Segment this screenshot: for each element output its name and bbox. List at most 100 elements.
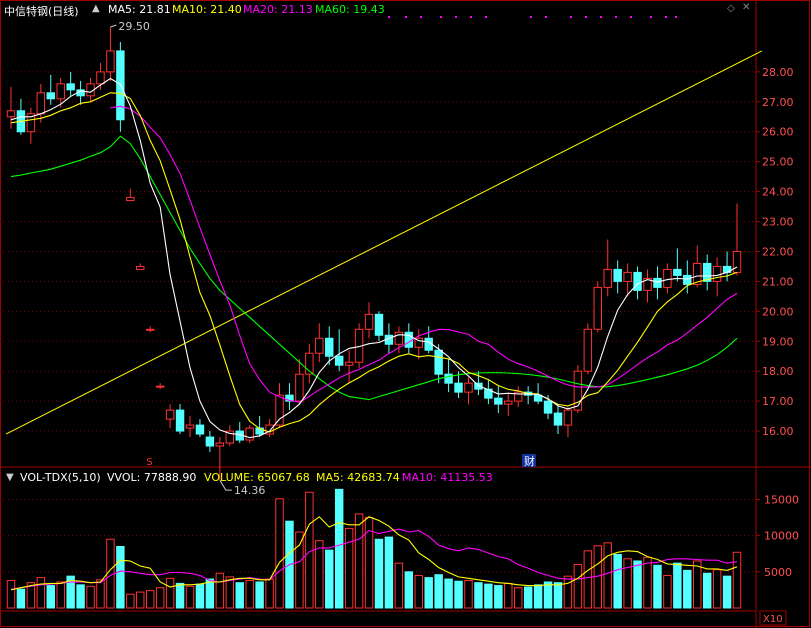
volume-bar — [6, 580, 16, 609]
marker-s: S — [146, 457, 152, 468]
candle-body — [494, 397, 503, 405]
diamond-icon[interactable]: ◇ — [727, 3, 735, 14]
volume-bar — [533, 584, 543, 609]
price-tick-label: 19.00 — [762, 335, 794, 348]
volume-tick-label: 5000 — [764, 566, 792, 579]
volume-tick-label: 15000 — [764, 493, 799, 506]
candle-body — [404, 331, 414, 348]
volume-bar — [215, 572, 225, 609]
volume-bar — [603, 542, 612, 609]
volume-bar — [653, 564, 662, 609]
price-tick-label: 21.00 — [762, 275, 794, 288]
volume-bar — [145, 590, 155, 609]
volume-bar — [165, 577, 175, 609]
price-tick-label: 24.00 — [762, 186, 794, 199]
candle-body — [334, 355, 344, 366]
candle-body — [165, 409, 175, 420]
candle-body — [683, 274, 692, 285]
volume-bar — [712, 569, 722, 609]
price-tick-label: 27.00 — [762, 96, 794, 109]
volume-bar — [563, 575, 573, 609]
high-label: 29.50 — [118, 20, 150, 33]
signal-dot — [470, 16, 472, 18]
signal-dot — [630, 16, 632, 18]
volume-bar — [474, 582, 483, 609]
candle-body — [215, 442, 225, 447]
volume-bar — [394, 562, 404, 609]
volume-bar — [643, 556, 652, 609]
signal-dot — [570, 16, 572, 18]
chevron-down-icon[interactable]: ▼ — [6, 472, 14, 483]
volume-bar — [444, 578, 453, 609]
candle-body — [66, 83, 75, 91]
candle-body — [573, 370, 583, 411]
volume-bar — [464, 580, 473, 609]
volume-bar — [374, 538, 384, 609]
volume-bar — [722, 575, 732, 609]
candle-body — [543, 400, 553, 414]
candle-body — [444, 373, 453, 384]
vvol-label: VVOL: 77888.90 — [107, 471, 197, 484]
volume-bar — [16, 588, 26, 609]
candle-body — [344, 361, 354, 366]
signal-dot — [650, 16, 652, 18]
volume-bar — [275, 498, 284, 609]
volume-bar — [155, 587, 165, 609]
candle-body — [663, 268, 672, 288]
volume-bar — [404, 571, 414, 609]
volume-indicator-title: VOL-TDX(5,10) — [20, 471, 101, 484]
signal-dot — [615, 16, 617, 18]
ma5-label: MA5: 21.81 — [108, 3, 171, 16]
candle-body — [623, 271, 632, 282]
volume-bar — [573, 564, 583, 609]
volume-bar — [86, 585, 95, 609]
candle-body — [185, 424, 195, 429]
volume-bar — [623, 558, 632, 609]
candle-body — [205, 436, 215, 447]
signal-dot — [440, 16, 442, 18]
ma20-line — [110, 105, 738, 403]
volume-tick-label: 10000 — [764, 530, 799, 543]
close-icon[interactable]: ✕ — [742, 2, 750, 13]
candle-body — [633, 271, 642, 291]
low-label: 14.36 — [234, 484, 265, 497]
chevron-up-icon[interactable]: ▲ — [92, 3, 100, 14]
price-tick-label: 16.00 — [762, 425, 794, 438]
volume-bar — [504, 582, 513, 609]
candle-body — [613, 268, 622, 282]
volume-bar — [255, 581, 264, 609]
stock-title: 中信特钢(日线) — [4, 5, 79, 18]
volume-bar — [702, 572, 712, 609]
volume-bar — [225, 576, 235, 609]
volume-bar — [265, 578, 274, 609]
volume-bar — [315, 540, 324, 609]
price-tick-label: 22.00 — [762, 245, 794, 258]
volume-bar — [235, 582, 244, 609]
price-tick-label: 18.00 — [762, 365, 794, 378]
signal-dot — [388, 16, 390, 18]
candle-body — [136, 265, 145, 270]
candle-body — [245, 427, 254, 441]
high-pointer — [110, 24, 117, 28]
volume-bar — [484, 583, 493, 609]
volume-bar — [344, 527, 354, 609]
candle-body — [325, 337, 334, 357]
candle-body — [295, 373, 304, 402]
price-tick-label: 28.00 — [762, 66, 794, 79]
volume-bar — [693, 560, 702, 609]
candle-body — [563, 409, 573, 426]
candle-body — [275, 394, 284, 426]
candle-body — [126, 197, 135, 202]
volume-ma10-label: MA10: 41135.53 — [402, 471, 493, 484]
volume-bar — [732, 551, 742, 609]
candle-body — [195, 424, 205, 435]
volume-bar — [354, 513, 364, 609]
candle-body — [6, 110, 16, 118]
candle-body — [56, 83, 65, 100]
volume-bar — [56, 581, 65, 609]
candle-body — [155, 385, 165, 388]
volume-bar — [185, 585, 195, 609]
volume-bar — [543, 581, 553, 609]
volume-bar — [673, 562, 682, 609]
candle-body — [504, 400, 513, 405]
